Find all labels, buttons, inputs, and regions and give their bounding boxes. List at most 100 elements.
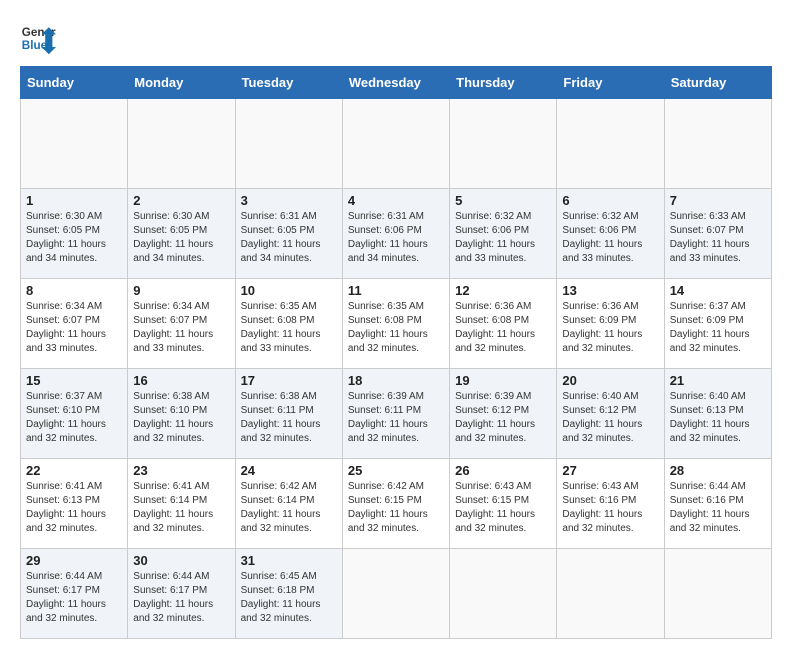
day-number: 2 [133, 193, 229, 208]
calendar-cell: 4Sunrise: 6:31 AM Sunset: 6:06 PM Daylig… [342, 189, 449, 279]
calendar-week-5: 22 Sunrise: 6:41 AM Sunset: 6:13 PM Dayli… [21, 459, 772, 549]
day-number: 15 [26, 373, 122, 388]
calendar-cell: 22 Sunrise: 6:41 AM Sunset: 6:13 PM Dayli… [21, 459, 128, 549]
calendar-cell: 16 Sunrise: 6:38 AM Sunset: 6:10 PM Dayli… [128, 369, 235, 459]
day-info: Sunrise: 6:43 AM Sunset: 6:15 PM Dayligh… [455, 480, 551, 536]
calendar-cell [557, 99, 664, 189]
day-number: 27 [562, 463, 658, 478]
day-number: 12 [455, 283, 551, 298]
weekday-header-monday: Monday [128, 67, 235, 99]
calendar-cell: 12 Sunrise: 6:36 AM Sunset: 6:08 PM Dayli… [450, 279, 557, 369]
calendar-cell: 30 Sunrise: 6:44 AM Sunset: 6:17 PM Dayli… [128, 549, 235, 639]
day-number: 5 [455, 193, 551, 208]
calendar-cell [664, 99, 771, 189]
day-info: Sunrise: 6:35 AM Sunset: 6:08 PM Dayligh… [348, 300, 444, 356]
day-info: Sunrise: 6:38 AM Sunset: 6:10 PM Dayligh… [133, 390, 229, 446]
day-info: Sunrise: 6:35 AM Sunset: 6:08 PM Dayligh… [241, 300, 337, 356]
day-number: 17 [241, 373, 337, 388]
weekday-header-saturday: Saturday [664, 67, 771, 99]
day-number: 30 [133, 553, 229, 568]
calendar-cell [557, 549, 664, 639]
day-number: 9 [133, 283, 229, 298]
day-info: Sunrise: 6:44 AM Sunset: 6:17 PM Dayligh… [26, 570, 122, 626]
calendar-week-4: 15 Sunrise: 6:37 AM Sunset: 6:10 PM Dayli… [21, 369, 772, 459]
day-info: Sunrise: 6:39 AM Sunset: 6:12 PM Dayligh… [455, 390, 551, 446]
day-info: Sunrise: 6:45 AM Sunset: 6:18 PM Dayligh… [241, 570, 337, 626]
day-number: 1 [26, 193, 122, 208]
calendar-cell: 1 Sunrise: 6:30 AM Sunset: 6:05 PM Daylig… [21, 189, 128, 279]
day-info: Sunrise: 6:32 AM Sunset: 6:06 PM Dayligh… [562, 210, 658, 266]
day-number: 16 [133, 373, 229, 388]
calendar-cell: 6 Sunrise: 6:32 AM Sunset: 6:06 PM Daylig… [557, 189, 664, 279]
day-info: Sunrise: 6:40 AM Sunset: 6:13 PM Dayligh… [670, 390, 766, 446]
day-number: 23 [133, 463, 229, 478]
calendar-cell [235, 99, 342, 189]
day-info: Sunrise: 6:39 AM Sunset: 6:11 PM Dayligh… [348, 390, 444, 446]
calendar-week-2: 1 Sunrise: 6:30 AM Sunset: 6:05 PM Daylig… [21, 189, 772, 279]
calendar-cell: 11 Sunrise: 6:35 AM Sunset: 6:08 PM Dayli… [342, 279, 449, 369]
calendar-cell [342, 99, 449, 189]
day-number: 19 [455, 373, 551, 388]
day-number: 6 [562, 193, 658, 208]
day-info: Sunrise: 6:37 AM Sunset: 6:10 PM Dayligh… [26, 390, 122, 446]
day-info: Sunrise: 6:33 AM Sunset: 6:07 PM Dayligh… [670, 210, 766, 266]
calendar-cell: 18 Sunrise: 6:39 AM Sunset: 6:11 PM Dayli… [342, 369, 449, 459]
day-info: Sunrise: 6:34 AM Sunset: 6:07 PM Dayligh… [133, 300, 229, 356]
day-info: Sunrise: 6:42 AM Sunset: 6:15 PM Dayligh… [348, 480, 444, 536]
calendar-cell: 14 Sunrise: 6:37 AM Sunset: 6:09 PM Dayli… [664, 279, 771, 369]
weekday-header-wednesday: Wednesday [342, 67, 449, 99]
calendar-cell: 13Sunrise: 6:36 AM Sunset: 6:09 PM Dayli… [557, 279, 664, 369]
day-number: 8 [26, 283, 122, 298]
day-number: 31 [241, 553, 337, 568]
day-number: 3 [241, 193, 337, 208]
day-info: Sunrise: 6:34 AM Sunset: 6:07 PM Dayligh… [26, 300, 122, 356]
calendar-cell: 31 Sunrise: 6:45 AM Sunset: 6:18 PM Dayli… [235, 549, 342, 639]
calendar-body: 1 Sunrise: 6:30 AM Sunset: 6:05 PM Daylig… [21, 99, 772, 639]
day-number: 20 [562, 373, 658, 388]
weekday-header-thursday: Thursday [450, 67, 557, 99]
calendar-cell: 3 Sunrise: 6:31 AM Sunset: 6:05 PM Daylig… [235, 189, 342, 279]
day-info: Sunrise: 6:38 AM Sunset: 6:11 PM Dayligh… [241, 390, 337, 446]
calendar-cell [664, 549, 771, 639]
day-number: 29 [26, 553, 122, 568]
day-info: Sunrise: 6:37 AM Sunset: 6:09 PM Dayligh… [670, 300, 766, 356]
page-header: General Blue [20, 20, 772, 56]
calendar-cell: 10Sunrise: 6:35 AM Sunset: 6:08 PM Dayli… [235, 279, 342, 369]
day-number: 22 [26, 463, 122, 478]
day-info: Sunrise: 6:32 AM Sunset: 6:06 PM Dayligh… [455, 210, 551, 266]
day-info: Sunrise: 6:44 AM Sunset: 6:17 PM Dayligh… [133, 570, 229, 626]
calendar-cell [450, 99, 557, 189]
calendar-cell: 5 Sunrise: 6:32 AM Sunset: 6:06 PM Daylig… [450, 189, 557, 279]
day-info: Sunrise: 6:41 AM Sunset: 6:13 PM Dayligh… [26, 480, 122, 536]
day-number: 7 [670, 193, 766, 208]
calendar-cell: 8 Sunrise: 6:34 AM Sunset: 6:07 PM Daylig… [21, 279, 128, 369]
day-info: Sunrise: 6:40 AM Sunset: 6:12 PM Dayligh… [562, 390, 658, 446]
calendar-table: SundayMondayTuesdayWednesdayThursdayFrid… [20, 66, 772, 639]
calendar-cell: 25Sunrise: 6:42 AM Sunset: 6:15 PM Dayli… [342, 459, 449, 549]
calendar-cell: 2Sunrise: 6:30 AM Sunset: 6:05 PM Daylig… [128, 189, 235, 279]
calendar-cell: 28Sunrise: 6:44 AM Sunset: 6:16 PM Dayli… [664, 459, 771, 549]
calendar-cell: 19 Sunrise: 6:39 AM Sunset: 6:12 PM Dayli… [450, 369, 557, 459]
calendar-week-1 [21, 99, 772, 189]
day-info: Sunrise: 6:43 AM Sunset: 6:16 PM Dayligh… [562, 480, 658, 536]
calendar-cell: 15 Sunrise: 6:37 AM Sunset: 6:10 PM Dayli… [21, 369, 128, 459]
calendar-cell: 27 Sunrise: 6:43 AM Sunset: 6:16 PM Dayli… [557, 459, 664, 549]
calendar-cell: 26Sunrise: 6:43 AM Sunset: 6:15 PM Dayli… [450, 459, 557, 549]
day-number: 18 [348, 373, 444, 388]
calendar-cell: 29 Sunrise: 6:44 AM Sunset: 6:17 PM Dayli… [21, 549, 128, 639]
day-info: Sunrise: 6:41 AM Sunset: 6:14 PM Dayligh… [133, 480, 229, 536]
day-number: 14 [670, 283, 766, 298]
weekday-header-friday: Friday [557, 67, 664, 99]
calendar-cell: 20 Sunrise: 6:40 AM Sunset: 6:12 PM Dayli… [557, 369, 664, 459]
calendar-cell: 7 Sunrise: 6:33 AM Sunset: 6:07 PM Daylig… [664, 189, 771, 279]
day-info: Sunrise: 6:44 AM Sunset: 6:16 PM Dayligh… [670, 480, 766, 536]
day-info: Sunrise: 6:31 AM Sunset: 6:05 PM Dayligh… [241, 210, 337, 266]
svg-text:Blue: Blue [22, 39, 48, 52]
day-info: Sunrise: 6:36 AM Sunset: 6:08 PM Dayligh… [455, 300, 551, 356]
day-info: Sunrise: 6:36 AM Sunset: 6:09 PM Dayligh… [562, 300, 658, 356]
calendar-cell [128, 99, 235, 189]
logo: General Blue [20, 20, 56, 56]
day-number: 11 [348, 283, 444, 298]
day-info: Sunrise: 6:30 AM Sunset: 6:05 PM Dayligh… [26, 210, 122, 266]
calendar-cell [21, 99, 128, 189]
